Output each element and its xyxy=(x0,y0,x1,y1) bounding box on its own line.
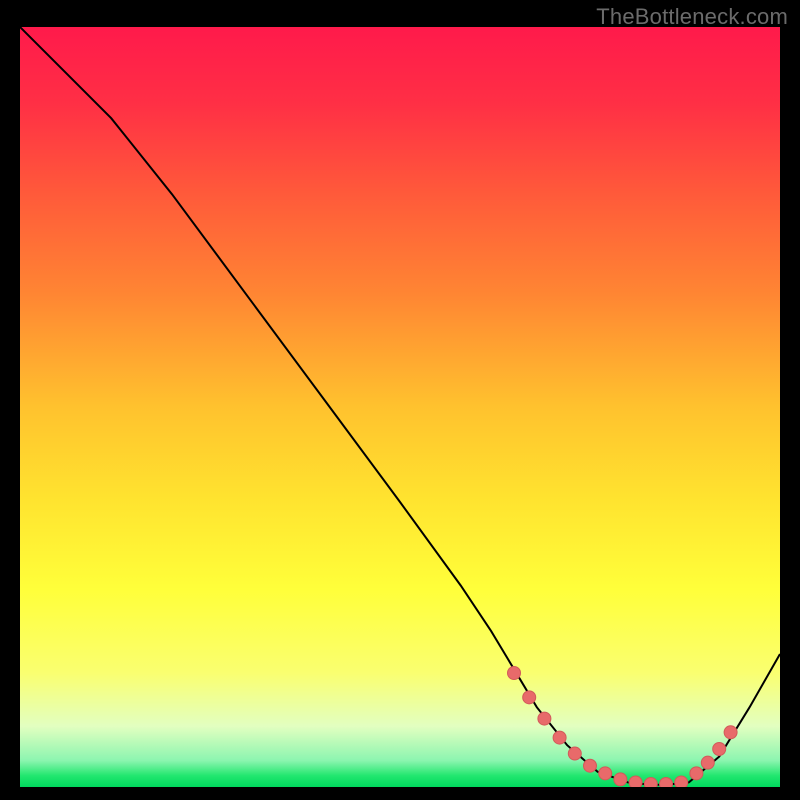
highlight-dot xyxy=(599,767,612,780)
highlight-dot xyxy=(660,777,673,787)
highlight-dot xyxy=(614,773,627,786)
highlight-dot xyxy=(690,767,703,780)
bottleneck-chart xyxy=(20,27,780,787)
highlight-dot xyxy=(568,747,581,760)
chart-stage: TheBottleneck.com xyxy=(0,0,800,800)
highlight-dot xyxy=(553,731,566,744)
highlight-dot xyxy=(584,759,597,772)
gradient-background xyxy=(20,27,780,787)
highlight-dot xyxy=(701,756,714,769)
highlight-dot xyxy=(629,776,642,787)
attribution-text: TheBottleneck.com xyxy=(596,4,788,30)
highlight-dot xyxy=(508,667,521,680)
highlight-dot xyxy=(644,777,657,787)
highlight-dot xyxy=(713,743,726,756)
highlight-dot xyxy=(675,776,688,787)
highlight-dot xyxy=(538,712,551,725)
highlight-dot xyxy=(523,691,536,704)
highlight-dot xyxy=(724,726,737,739)
